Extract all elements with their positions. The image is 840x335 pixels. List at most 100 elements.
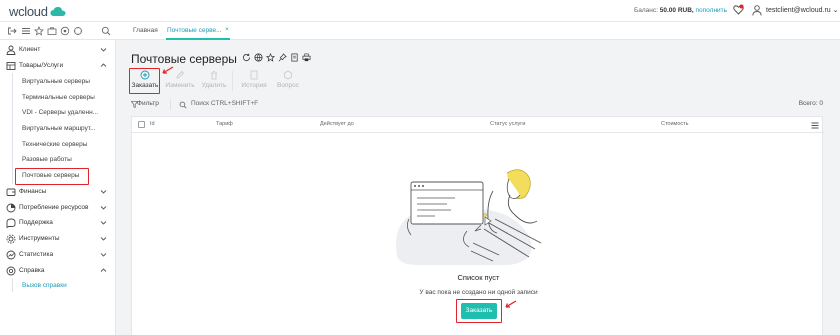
briefcase-icon[interactable]	[47, 26, 57, 36]
table-header: Id Тариф Действует до Статус услуги Стои…	[132, 117, 824, 133]
pin-icon[interactable]	[278, 53, 287, 62]
document-icon[interactable]	[290, 53, 299, 62]
main-content: Почтовые серверы Заказать Изменить Удали…	[117, 40, 840, 335]
sidebar-item-label: Клиент	[19, 46, 41, 53]
tab-mail-servers[interactable]: Почтовые серве...	[167, 27, 222, 34]
toolbar-button-label: Изменить	[165, 82, 195, 89]
submenu-guide-line	[12, 278, 13, 292]
toolbar-divider	[232, 71, 233, 91]
chevron-down-icon: ⌄	[832, 7, 839, 14]
topup-link[interactable]: пополнить	[696, 7, 728, 14]
sidebar-item-support[interactable]: Поддержка	[0, 216, 116, 230]
search-input[interactable]: Поиск CTRL+SHIFT+F	[191, 100, 258, 107]
menu-icon[interactable]	[21, 26, 31, 36]
support-icon	[6, 218, 16, 228]
settings-icon[interactable]	[73, 26, 83, 36]
user-icon	[6, 45, 16, 55]
sidebar-subitem-technical-servers[interactable]: Технические серверы	[22, 141, 87, 148]
tab-home[interactable]: Главная	[133, 27, 158, 34]
total-count: Всего: 0	[798, 100, 823, 107]
user-menu[interactable]: testclient@wcloud.ru ⌄	[766, 6, 839, 14]
chevron-down-icon	[100, 190, 107, 194]
order-button[interactable]: Заказать	[461, 303, 497, 319]
sidebar-item-statistics[interactable]: Статистика	[0, 248, 116, 262]
toolbar-button-label: Вопрос	[277, 82, 299, 89]
column-settings-icon[interactable]	[811, 122, 819, 129]
sidebar-item-services[interactable]: Товары/Услуги	[0, 59, 116, 73]
logo-text: wcloud	[9, 4, 48, 19]
sidebar-item-label: Справка	[19, 267, 45, 274]
user-email: testclient@wcloud.ru	[766, 7, 831, 14]
select-all-checkbox[interactable]	[138, 121, 145, 128]
title-actions	[242, 53, 311, 62]
highlight-order-toolbar	[129, 68, 160, 94]
question-toolbar-button[interactable]: Вопрос	[271, 70, 305, 89]
toolbar-button-label: Удалить	[201, 82, 227, 89]
trash-icon	[211, 71, 217, 80]
balance-label: Баланс:	[634, 7, 658, 14]
tabs-bar: Главная Почтовые серве... ×	[0, 22, 840, 40]
top-bar: wcloud Баланс: 50.00 RUB, пополнить test…	[0, 0, 840, 22]
edit-toolbar-button[interactable]: Изменить	[163, 70, 197, 89]
sidebar-subitem-help-call[interactable]: Вызов справки	[22, 282, 67, 289]
print-icon[interactable]	[302, 53, 311, 62]
user-avatar-icon[interactable]	[752, 5, 762, 16]
sidebar-item-help[interactable]: Справка	[0, 264, 116, 278]
sidebar-subitem-one-time-work[interactable]: Разовые работы	[22, 156, 72, 163]
sidebar-item-label: Инструменты	[19, 235, 60, 242]
grid-icon[interactable]	[60, 26, 70, 36]
star-icon[interactable]	[266, 53, 275, 62]
page-title: Почтовые серверы	[131, 52, 237, 66]
close-tab-icon[interactable]: ×	[225, 26, 229, 33]
pencil-icon	[176, 70, 185, 79]
wallet-icon	[6, 188, 16, 196]
submenu-guide-line	[12, 73, 13, 184]
notification-heart-icon[interactable]	[733, 4, 744, 16]
column-id[interactable]: Id	[150, 121, 155, 127]
sidebar-item-finance[interactable]: Финансы	[0, 185, 116, 199]
star-icon[interactable]	[34, 26, 44, 36]
refresh-icon[interactable]	[242, 53, 251, 62]
chevron-down-icon	[100, 221, 107, 225]
stats-icon	[6, 250, 16, 260]
sidebar-subitem-vdi-servers[interactable]: VDI - Серверы удаленн...	[22, 109, 98, 116]
chevron-up-icon	[100, 63, 107, 67]
highlight-mail-servers	[15, 168, 89, 185]
pie-chart-icon	[6, 203, 16, 213]
sidebar-item-label: Поддержка	[19, 219, 53, 226]
empty-state-title: Список пуст	[457, 273, 500, 282]
help-icon	[6, 266, 16, 276]
balance-value: 50.00 RUB,	[659, 7, 694, 14]
sidebar-item-resource-usage[interactable]: Потребление ресурсов	[0, 201, 116, 215]
question-icon	[284, 70, 292, 80]
column-cost[interactable]: Стоимость	[661, 121, 689, 127]
gear-icon	[6, 234, 16, 244]
sidebar-item-client[interactable]: Клиент	[0, 43, 116, 57]
sidebar-subitem-terminal-servers[interactable]: Терминальные серверы	[22, 94, 95, 101]
logo[interactable]: wcloud	[9, 4, 66, 19]
history-icon	[250, 70, 258, 80]
sidebar-item-label: Статистика	[19, 251, 54, 258]
logout-icon[interactable]	[7, 26, 17, 36]
chevron-up-icon	[100, 268, 107, 272]
search-icon	[179, 101, 187, 109]
chevron-down-icon	[100, 206, 107, 210]
balance-info: Баланс: 50.00 RUB, пополнить	[634, 7, 727, 14]
column-valid-until[interactable]: Действует до	[320, 121, 354, 127]
globe-icon[interactable]	[254, 53, 263, 62]
delete-toolbar-button[interactable]: Удалить	[197, 70, 231, 89]
sidebar-subitem-virtual-servers[interactable]: Виртуальные серверы	[22, 78, 90, 85]
column-status[interactable]: Статус услуги	[490, 121, 525, 127]
sidebar-subitem-virtual-routers[interactable]: Виртуальные маршрут...	[22, 125, 96, 132]
sidebar-item-label: Потребление ресурсов	[19, 204, 89, 211]
sidebar-item-tools[interactable]: Инструменты	[0, 232, 116, 246]
history-toolbar-button[interactable]: История	[237, 70, 271, 89]
search-icon[interactable]	[101, 26, 111, 36]
sidebar-item-label: Финансы	[19, 188, 47, 195]
column-tariff[interactable]: Тариф	[216, 121, 233, 127]
toolbar-button-label: История	[241, 82, 267, 89]
sidebar-item-label: Товары/Услуги	[19, 62, 64, 69]
filter-button[interactable]: Фильтр	[137, 100, 159, 107]
arrow-annotation-icon	[505, 300, 517, 308]
empty-state-illustration	[395, 169, 542, 265]
